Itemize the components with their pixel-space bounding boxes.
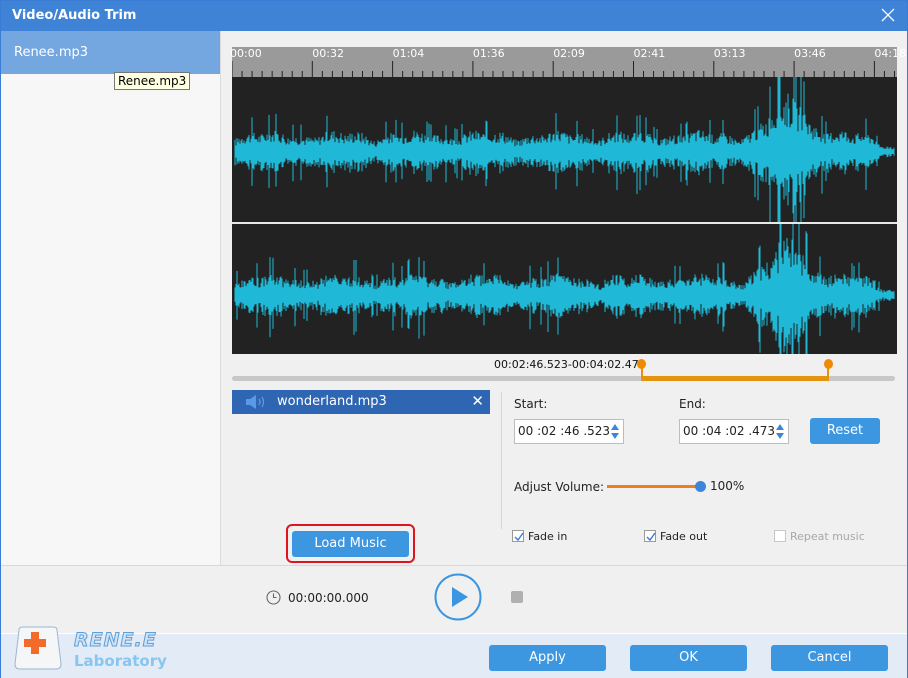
volume-value: 100% <box>710 479 745 493</box>
repeat-music-label: Repeat music <box>790 530 865 543</box>
music-file-name: wonderland.mp3 <box>277 394 387 409</box>
timeline-ruler[interactable]: 00:00 00:32 01:04 01:36 02:09 02:41 03:13 03:46… <box>230 47 906 77</box>
checkbox-box[interactable] <box>644 530 656 542</box>
trim-dialog: Video/Audio Trim Renee.mp3 Renee.mp3 00:… <box>0 0 908 678</box>
start-time-spinner-icon[interactable] <box>611 424 619 439</box>
start-time-value: 00 :02 :46 .523 <box>518 424 611 438</box>
title-bar: Video/Audio Trim <box>1 1 907 31</box>
waveform-path <box>234 197 895 401</box>
play-icon[interactable] <box>434 573 482 621</box>
fade-in-label: Fade in <box>528 530 568 543</box>
panel-divider <box>501 392 502 529</box>
stop-icon[interactable] <box>511 591 523 603</box>
timeline-label: 04:18 <box>874 47 907 60</box>
checkmark-icon <box>646 532 656 542</box>
start-time-input[interactable]: 00 :02 :46 .523 <box>514 419 624 444</box>
selection-range-label: 00:02:46.523-00:04:02.473 <box>494 358 646 371</box>
reset-button[interactable]: Reset <box>810 418 880 444</box>
apply-button[interactable]: Apply <box>489 645 606 671</box>
ok-button[interactable]: OK <box>630 645 747 671</box>
window-title: Video/Audio Trim <box>12 8 137 23</box>
timeline-label: 03:46 <box>794 47 826 60</box>
file-tooltip: Renee.mp3 <box>114 72 191 90</box>
timeline-label: 00:00 <box>230 47 262 60</box>
file-list: Renee.mp3 <box>1 31 221 565</box>
timeline-label: 02:09 <box>553 47 585 60</box>
end-time-value: 00 :04 :02 .473 <box>683 424 776 438</box>
end-label: End: <box>679 397 706 411</box>
start-label: Start: <box>514 397 548 411</box>
load-music-button[interactable]: Load Music <box>292 531 409 557</box>
volume-slider-track[interactable] <box>607 485 701 488</box>
volume-slider-knob[interactable] <box>695 481 706 492</box>
file-list-item[interactable]: Renee.mp3 <box>1 31 220 74</box>
checkbox-box[interactable] <box>512 530 524 542</box>
end-time-input[interactable]: 00 :04 :02 .473 <box>679 419 789 444</box>
music-list-item[interactable]: wonderland.mp3 ✕ <box>232 390 490 414</box>
waveform-right-channel[interactable] <box>232 197 897 401</box>
logo-icon <box>14 626 62 670</box>
timeline-label: 02:41 <box>633 47 666 60</box>
timeline-label: 01:36 <box>472 47 505 60</box>
waveform-right-svg <box>234 197 895 401</box>
trim-end-handle[interactable] <box>823 359 833 369</box>
trim-selection-bar <box>641 376 829 381</box>
remove-music-icon[interactable]: ✕ <box>471 392 484 410</box>
close-x-icon[interactable] <box>879 6 897 24</box>
end-time-spinner-icon[interactable] <box>776 424 784 439</box>
waveform-left-svg <box>234 57 895 264</box>
cancel-button[interactable]: Cancel <box>771 645 888 671</box>
player-divider <box>1 565 907 566</box>
clock-icon <box>266 590 281 605</box>
brand-name: RENE.E <box>74 629 157 652</box>
waveform-path <box>234 57 895 264</box>
timeline-label: 01:04 <box>392 47 425 60</box>
fade-out-label: Fade out <box>660 530 708 543</box>
current-time: 00:00:00.000 <box>288 591 369 605</box>
brand-subtitle: Laboratory <box>74 652 167 670</box>
timeline-label: 03:13 <box>713 47 746 60</box>
timeline-label: 00:32 <box>312 47 344 60</box>
waveform-left-channel[interactable] <box>232 57 897 264</box>
volume-label: Adjust Volume: <box>514 480 604 494</box>
checkbox-box <box>774 530 786 542</box>
speaker-icon <box>246 395 265 409</box>
checkmark-icon <box>514 532 524 542</box>
